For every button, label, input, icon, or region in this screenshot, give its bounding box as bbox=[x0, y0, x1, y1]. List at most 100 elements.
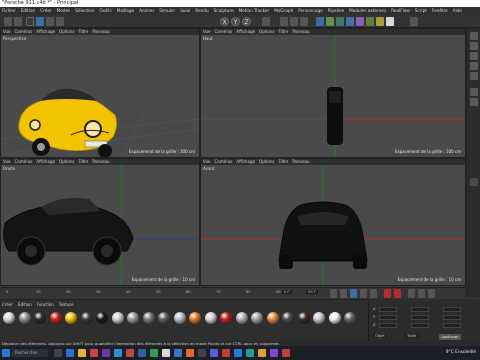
material-swatch[interactable] bbox=[49, 312, 62, 324]
app-icon[interactable] bbox=[102, 349, 110, 357]
app-icon[interactable] bbox=[126, 349, 134, 357]
material-swatch[interactable] bbox=[204, 312, 217, 324]
axis-z-button[interactable]: Z bbox=[242, 17, 251, 26]
timeline[interactable]: 0 10 20 30 40 50 60 70 80 90 0 F 90 F bbox=[0, 287, 466, 299]
material-swatch[interactable] bbox=[235, 312, 248, 324]
viewport-right[interactable]: Vue Caméras Affichage Options Filtre Panneau … bbox=[0, 158, 200, 286]
coord-field[interactable] bbox=[411, 307, 429, 312]
viewport-perspective[interactable]: Vue Caméras Affichage Options Filtre Panneau … bbox=[0, 28, 200, 158]
app-icon[interactable] bbox=[150, 349, 158, 357]
material-swatch[interactable] bbox=[189, 312, 201, 324]
app-icon[interactable] bbox=[282, 349, 290, 357]
material-swatch[interactable] bbox=[158, 312, 170, 324]
menu-item[interactable]: Rendu bbox=[195, 8, 208, 13]
coord-field[interactable] bbox=[443, 323, 461, 328]
app-icon[interactable] bbox=[210, 349, 218, 357]
material-swatch[interactable] bbox=[297, 312, 310, 324]
move-tool-icon[interactable] bbox=[36, 17, 44, 26]
menu-item[interactable]: Aide bbox=[453, 8, 462, 13]
material-menu-item[interactable]: Créer bbox=[2, 302, 13, 307]
coord-field[interactable] bbox=[379, 307, 397, 312]
menu-item[interactable]: Outils bbox=[100, 8, 112, 13]
texture-mode-icon[interactable] bbox=[470, 72, 478, 80]
material-swatch[interactable] bbox=[328, 312, 341, 324]
menu-item[interactable]: Suivi bbox=[180, 8, 190, 13]
menu-item[interactable]: Édition bbox=[21, 8, 36, 13]
app-icon[interactable] bbox=[270, 349, 278, 357]
material-swatch[interactable] bbox=[3, 312, 15, 324]
redo-icon[interactable] bbox=[14, 17, 22, 26]
app-icon[interactable] bbox=[174, 349, 182, 357]
menu-item[interactable]: Script bbox=[415, 8, 427, 13]
app-icon[interactable] bbox=[258, 349, 266, 357]
menu-item[interactable]: Personnage bbox=[298, 8, 323, 13]
menu-item[interactable]: Maillage bbox=[117, 8, 134, 13]
scroll-handle-icon[interactable] bbox=[470, 178, 478, 186]
app-icon[interactable] bbox=[114, 349, 122, 357]
workplane-icon[interactable] bbox=[470, 98, 478, 106]
snap-icon[interactable] bbox=[470, 88, 478, 96]
app-icon[interactable] bbox=[222, 349, 230, 357]
render-picture-icon[interactable] bbox=[290, 17, 298, 26]
rotate-tool-icon[interactable] bbox=[56, 17, 64, 26]
edges-mode-icon[interactable] bbox=[470, 42, 478, 50]
play-icon[interactable] bbox=[350, 289, 357, 298]
menu-item[interactable]: Fenêtre bbox=[432, 8, 448, 13]
app-icon[interactable] bbox=[246, 349, 254, 357]
app-icon[interactable] bbox=[162, 349, 170, 357]
points-mode-icon[interactable] bbox=[470, 32, 478, 40]
material-swatch[interactable] bbox=[65, 312, 77, 324]
cinema4d-icon[interactable] bbox=[138, 349, 146, 357]
axis-x-button[interactable]: X bbox=[220, 17, 229, 26]
material-swatch[interactable] bbox=[127, 312, 139, 324]
windows-start-icon[interactable] bbox=[2, 349, 10, 357]
polygons-mode-icon[interactable] bbox=[470, 52, 478, 60]
frame-end-field[interactable]: 90 F bbox=[306, 290, 318, 294]
taskbar-search[interactable]: Rechercher bbox=[12, 349, 48, 357]
material-swatch[interactable] bbox=[173, 312, 186, 324]
array-icon[interactable] bbox=[346, 17, 354, 26]
material-swatch[interactable] bbox=[344, 312, 356, 324]
menu-item[interactable]: Motion Tracker bbox=[239, 8, 270, 13]
app-icon[interactable] bbox=[234, 349, 242, 357]
app-icon[interactable] bbox=[198, 349, 206, 357]
record-icon[interactable] bbox=[384, 289, 391, 298]
frame-start-field[interactable]: 0 F bbox=[282, 290, 292, 294]
floor-icon[interactable] bbox=[366, 17, 374, 26]
keyframe-icon[interactable] bbox=[408, 289, 415, 298]
menu-item[interactable]: Sculpture bbox=[214, 8, 234, 13]
menu-item[interactable]: Pipeline bbox=[328, 8, 344, 13]
cube-icon[interactable] bbox=[316, 17, 324, 26]
scale-tool-icon[interactable] bbox=[46, 17, 54, 26]
camera-icon[interactable] bbox=[376, 17, 384, 26]
material-menu-item[interactable]: Édition bbox=[18, 302, 32, 307]
subdivision-icon[interactable] bbox=[336, 17, 344, 26]
menu-item[interactable]: Modules externes bbox=[349, 8, 386, 13]
edge-icon[interactable] bbox=[66, 349, 74, 357]
viewport-top[interactable]: Vue Caméras Affichage Options Filtre Panneau … bbox=[200, 28, 466, 158]
move-key-icon[interactable] bbox=[418, 289, 425, 298]
material-swatch[interactable] bbox=[313, 312, 325, 324]
app-icon[interactable] bbox=[186, 349, 194, 357]
goto-start-icon[interactable] bbox=[330, 289, 337, 298]
menu-item[interactable]: Fichier bbox=[2, 8, 16, 13]
folder-icon[interactable] bbox=[78, 349, 86, 357]
coord-system-icon[interactable] bbox=[262, 17, 270, 26]
model-mode-icon[interactable] bbox=[470, 62, 478, 70]
coord-field[interactable] bbox=[443, 307, 461, 312]
coord-field[interactable] bbox=[443, 315, 461, 320]
autokey-icon[interactable] bbox=[394, 289, 401, 298]
material-swatch[interactable] bbox=[220, 312, 232, 324]
material-swatch[interactable] bbox=[251, 312, 263, 324]
deformer-icon[interactable] bbox=[356, 17, 364, 26]
coord-field[interactable] bbox=[411, 323, 429, 328]
rotate-key-icon[interactable] bbox=[428, 289, 435, 298]
light-icon[interactable] bbox=[386, 17, 394, 26]
menu-item[interactable]: MoGraph bbox=[274, 8, 293, 13]
app-icon[interactable] bbox=[90, 349, 98, 357]
task-view-icon[interactable] bbox=[54, 349, 62, 357]
material-menu-item[interactable]: Fonction bbox=[37, 302, 54, 307]
undo-icon[interactable] bbox=[4, 17, 12, 26]
menu-item[interactable]: Animer bbox=[139, 8, 154, 13]
menu-item[interactable]: RealFlow bbox=[391, 8, 410, 13]
